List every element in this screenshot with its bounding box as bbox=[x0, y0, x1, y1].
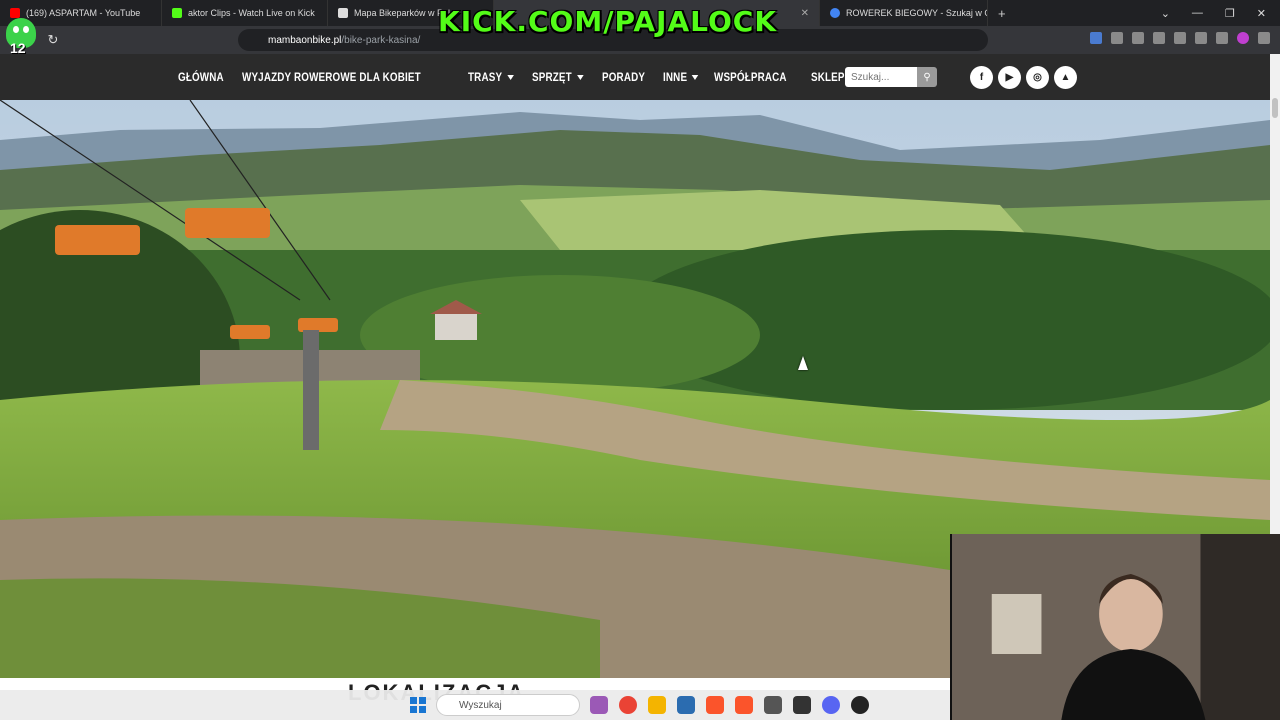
close-window-icon[interactable]: ✕ bbox=[1257, 7, 1266, 20]
app-icon[interactable] bbox=[793, 696, 811, 714]
main-menu: GŁÓWNA WYJAZDY ROWEROWE DLA KOBIET TRASY… bbox=[178, 54, 856, 100]
extension-icon[interactable] bbox=[1216, 32, 1228, 44]
tab-title: (169) ASPARTAM - YouTube bbox=[26, 8, 141, 18]
brave-icon[interactable] bbox=[706, 696, 724, 714]
tab-google-search[interactable]: ROWEREK BIEGOWY - Szukaj w Goo bbox=[820, 0, 988, 26]
menu-label: INNE bbox=[662, 70, 687, 84]
scrollbar-thumb[interactable] bbox=[1272, 98, 1278, 118]
copilot-icon[interactable] bbox=[590, 696, 608, 714]
menu-icon[interactable] bbox=[1258, 32, 1270, 44]
site-search: ⚲ bbox=[845, 67, 937, 87]
search-input[interactable] bbox=[845, 67, 917, 87]
extension-icon[interactable] bbox=[1174, 32, 1186, 44]
menu-item-trasy[interactable]: TRASY bbox=[468, 70, 514, 84]
discord-icon[interactable] bbox=[822, 696, 840, 714]
file-explorer-icon[interactable] bbox=[648, 696, 666, 714]
brave-active-icon[interactable] bbox=[735, 696, 753, 714]
menu-label: WYJAZDY ROWEROWE DLA KOBIET bbox=[241, 70, 421, 84]
new-tab-button[interactable]: + bbox=[988, 6, 1016, 21]
taskbar-apps bbox=[590, 696, 869, 714]
menu-label: PORADY bbox=[602, 70, 646, 84]
taskbar-search[interactable]: Wyszukaj bbox=[436, 694, 580, 716]
window-controls: ⌄ — ❐ ✕ bbox=[1161, 7, 1280, 20]
close-tab-icon[interactable]: ✕ bbox=[801, 8, 809, 19]
store-icon[interactable] bbox=[677, 696, 695, 714]
menu-label: SKLEP bbox=[810, 70, 845, 84]
search-icon: ⚲ bbox=[923, 71, 931, 83]
instagram-icon[interactable]: ◎ bbox=[1026, 66, 1049, 89]
obs-icon[interactable] bbox=[851, 696, 869, 714]
mouse-cursor-icon bbox=[798, 356, 808, 370]
calculator-icon[interactable] bbox=[764, 696, 782, 714]
menu-item-wyjazdy[interactable]: WYJAZDY ROWEROWE DLA KOBIET bbox=[242, 70, 421, 84]
tab-kick[interactable]: aktor Clips - Watch Live on Kick bbox=[162, 0, 328, 26]
chevron-down-icon bbox=[507, 74, 514, 80]
site-navbar: GŁÓWNA WYJAZDY ROWEROWE DLA KOBIET TRASY… bbox=[0, 54, 1270, 100]
stream-overlay-text: KICK.COM/PAJALOCK bbox=[438, 5, 778, 38]
kick-icon bbox=[172, 8, 182, 18]
menu-item-glowna[interactable]: GŁÓWNA bbox=[178, 70, 224, 84]
url-host: mambaonbike.pl bbox=[268, 34, 342, 46]
menu-item-sprzet[interactable]: SPRZĘT bbox=[532, 70, 583, 84]
extension-icon[interactable] bbox=[1132, 32, 1144, 44]
tab-title: Mapa Bikeparków w Pol bbox=[354, 8, 451, 18]
youtube-icon bbox=[10, 8, 20, 18]
tab-list-icon[interactable]: ⌄ bbox=[1161, 7, 1170, 20]
menu-label: GŁÓWNA bbox=[178, 70, 224, 84]
tab-title: ROWEREK BIEGOWY - Szukaj w Goo bbox=[846, 8, 988, 18]
menu-label: TRASY bbox=[467, 70, 503, 84]
extension-icon[interactable] bbox=[1111, 32, 1123, 44]
menu-label: SPRZĘT bbox=[531, 70, 572, 84]
extensions-area bbox=[1090, 32, 1270, 44]
chevron-down-icon bbox=[576, 74, 583, 80]
url-path: /bike-park-kasina/ bbox=[341, 34, 421, 46]
chrome-icon[interactable] bbox=[619, 696, 637, 714]
os-taskbar: Wyszukaj bbox=[0, 690, 950, 720]
minimize-icon[interactable]: — bbox=[1192, 7, 1203, 20]
windows-start-icon[interactable] bbox=[410, 697, 426, 713]
youtube-icon[interactable]: ▶ bbox=[998, 66, 1021, 89]
map-icon bbox=[338, 8, 348, 18]
social-links: f ▶ ◎ ▲ bbox=[970, 66, 1077, 89]
strava-icon[interactable]: ▲ bbox=[1054, 66, 1077, 89]
reload-icon[interactable]: ↻ bbox=[40, 32, 66, 48]
menu-item-inne[interactable]: INNE bbox=[663, 70, 699, 84]
extension-icon[interactable] bbox=[1153, 32, 1165, 44]
menu-item-wspolpraca[interactable]: WSPÓŁPRACA bbox=[714, 70, 787, 84]
facebook-icon[interactable]: f bbox=[970, 66, 993, 89]
menu-item-porady[interactable]: PORADY bbox=[602, 70, 645, 84]
tab-title: aktor Clips - Watch Live on Kick bbox=[188, 8, 315, 18]
restore-icon[interactable]: ❐ bbox=[1225, 7, 1235, 20]
webcam-overlay bbox=[950, 534, 1280, 720]
search-button[interactable]: ⚲ bbox=[917, 67, 937, 87]
chevron-down-icon bbox=[691, 74, 699, 80]
menu-label: WSPÓŁPRACA bbox=[714, 70, 787, 84]
taskbar-search-text: Wyszukaj bbox=[459, 699, 502, 711]
google-icon bbox=[830, 8, 840, 18]
extension-icon[interactable] bbox=[1090, 32, 1102, 44]
extension-icon[interactable] bbox=[1237, 32, 1249, 44]
extension-icon[interactable] bbox=[1195, 32, 1207, 44]
